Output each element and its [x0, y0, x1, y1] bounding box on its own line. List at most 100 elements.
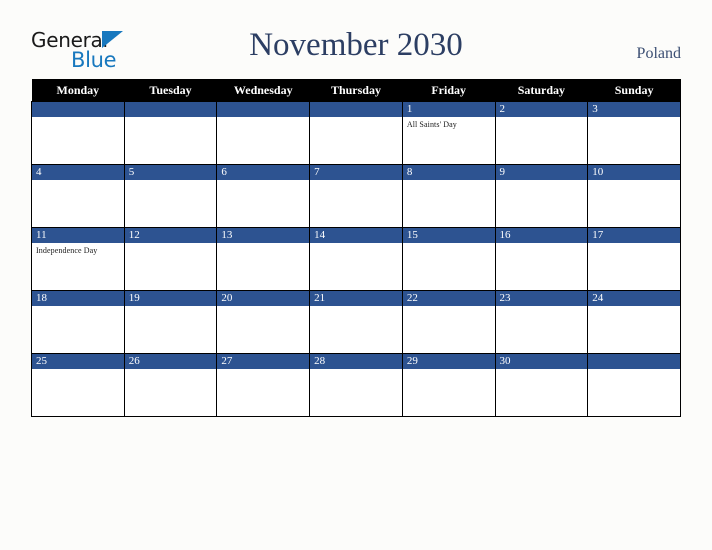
page-header: General Blue November 2030 Poland [0, 0, 712, 78]
calendar-day-cell[interactable]: 12 [123, 227, 218, 291]
country-label: Poland [636, 45, 681, 62]
day-number [32, 102, 124, 117]
calendar-day-cell[interactable] [123, 101, 218, 165]
day-number [124, 102, 217, 117]
calendar-day-cell[interactable]: 21 [309, 290, 403, 354]
calendar-day-cell[interactable]: 4 [31, 164, 125, 228]
day-number: 28 [310, 354, 402, 369]
day-number: 6 [217, 165, 310, 180]
calendar-day-cell[interactable]: 23 [494, 290, 589, 354]
day-event [310, 306, 402, 309]
day-event [310, 180, 402, 183]
day-number: 25 [32, 354, 124, 369]
calendar-day-cell[interactable]: 9 [494, 164, 589, 228]
calendar-day-cell[interactable]: 8 [401, 164, 496, 228]
calendar-day-cell[interactable]: 25 [31, 353, 125, 417]
day-number: 3 [588, 102, 680, 117]
calendar-day-cell[interactable] [31, 101, 125, 165]
weekday-header-thursday: Thursday [309, 79, 403, 102]
day-number: 29 [402, 354, 495, 369]
day-number: 10 [588, 165, 680, 180]
day-number: 20 [217, 291, 310, 306]
day-number: 24 [588, 291, 680, 306]
day-event [125, 369, 217, 372]
calendar-day-cell[interactable] [309, 101, 403, 165]
day-number: 4 [32, 165, 124, 180]
calendar-day-cell[interactable]: 15 [401, 227, 496, 291]
calendar-day-cell[interactable]: 16 [494, 227, 589, 291]
calendar-day-cell[interactable]: 30 [494, 353, 589, 417]
day-number: 19 [124, 291, 217, 306]
day-event [588, 180, 680, 183]
calendar-week-row: 4 5 6 7 8 9 10 [31, 164, 681, 228]
day-event [496, 306, 588, 309]
calendar-day-cell[interactable]: 14 [309, 227, 403, 291]
day-number: 15 [402, 228, 495, 243]
calendar-day-cell[interactable]: 24 [587, 290, 681, 354]
day-event [496, 243, 588, 246]
day-event [588, 243, 680, 246]
calendar-day-cell[interactable]: 27 [216, 353, 311, 417]
day-number: 17 [588, 228, 680, 243]
calendar-day-cell[interactable]: 11 Independence Day [31, 227, 125, 291]
day-event [403, 180, 495, 183]
calendar-day-cell[interactable]: 26 [123, 353, 218, 417]
weekday-header-friday: Friday [402, 79, 496, 102]
weekday-header-monday: Monday [31, 79, 125, 102]
day-event [310, 117, 402, 120]
day-event [310, 369, 402, 372]
day-event [125, 117, 217, 120]
day-event [32, 180, 124, 183]
day-number: 14 [310, 228, 402, 243]
day-event [588, 369, 680, 372]
day-event [32, 369, 124, 372]
day-event [588, 117, 680, 120]
calendar-day-cell[interactable]: 2 [494, 101, 589, 165]
day-number: 21 [310, 291, 402, 306]
day-event [217, 306, 309, 309]
calendar-day-cell[interactable]: 10 [587, 164, 681, 228]
day-event [217, 369, 309, 372]
calendar-day-cell[interactable]: 22 [401, 290, 496, 354]
day-event [403, 306, 495, 309]
calendar-day-cell[interactable]: 17 [587, 227, 681, 291]
calendar-day-cell[interactable]: 13 [216, 227, 311, 291]
calendar-day-cell[interactable]: 20 [216, 290, 311, 354]
calendar-week-row: 25 26 27 28 29 30 [31, 353, 681, 417]
day-number: 5 [124, 165, 217, 180]
page-title: November 2030 [249, 27, 463, 63]
day-event [496, 369, 588, 372]
weekday-header-sunday: Sunday [587, 79, 681, 102]
day-event [125, 180, 217, 183]
weekday-header-tuesday: Tuesday [124, 79, 217, 102]
day-event [403, 369, 495, 372]
calendar-day-cell[interactable]: 19 [123, 290, 218, 354]
calendar-day-cell[interactable]: 3 [587, 101, 681, 165]
calendar-week-row: 11 Independence Day 12 13 14 15 16 17 [31, 227, 681, 291]
calendar-day-cell[interactable]: 29 [401, 353, 496, 417]
calendar-week-row: 1 All Saints' Day 2 3 [31, 101, 681, 165]
day-event [403, 243, 495, 246]
calendar-day-cell[interactable] [216, 101, 311, 165]
day-number: 18 [32, 291, 124, 306]
calendar-day-cell[interactable]: 1 All Saints' Day [401, 101, 496, 165]
calendar-day-cell[interactable]: 18 [31, 290, 125, 354]
day-number [217, 102, 310, 117]
day-number: 22 [402, 291, 495, 306]
day-number: 27 [217, 354, 310, 369]
calendar-page: General Blue November 2030 Poland Monday… [0, 0, 712, 550]
calendar-day-cell[interactable] [587, 353, 681, 417]
calendar-day-cell[interactable]: 7 [309, 164, 403, 228]
calendar-day-cell[interactable]: 28 [309, 353, 403, 417]
calendar-day-cell[interactable]: 5 [123, 164, 218, 228]
day-event [32, 306, 124, 309]
day-event [32, 117, 124, 120]
day-number: 23 [495, 291, 588, 306]
calendar-day-cell[interactable]: 6 [216, 164, 311, 228]
day-number: 1 [402, 102, 495, 117]
day-number: 11 [32, 228, 124, 243]
day-event [125, 243, 217, 246]
day-number: 26 [124, 354, 217, 369]
day-number: 16 [495, 228, 588, 243]
day-event [496, 180, 588, 183]
